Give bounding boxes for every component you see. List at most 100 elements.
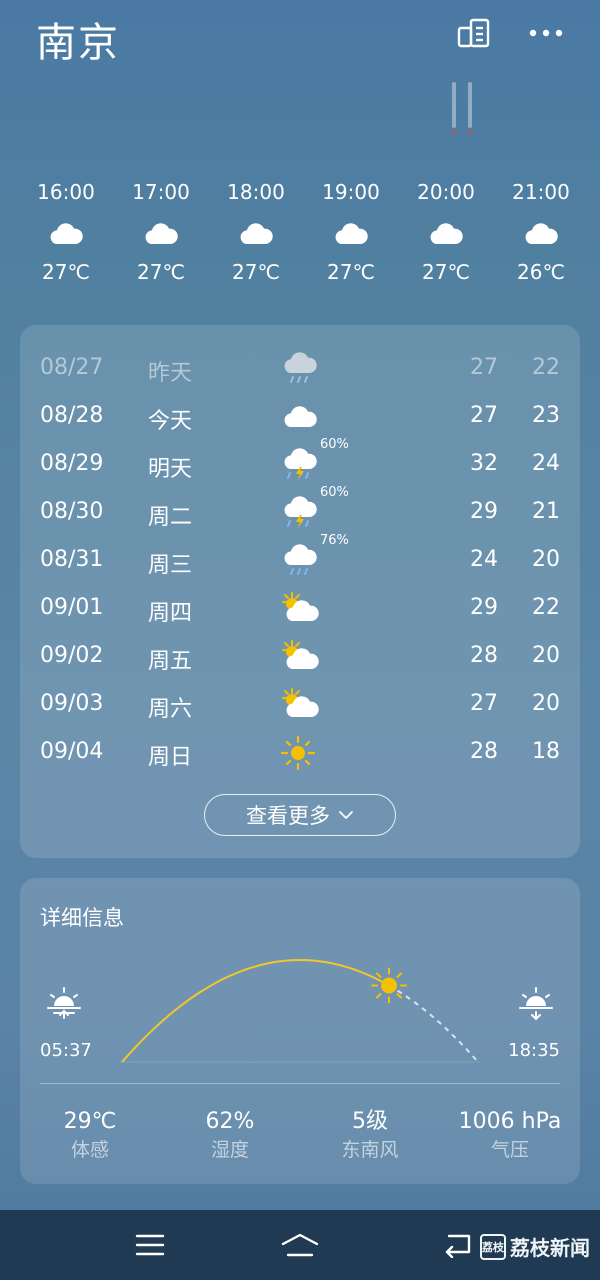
home-icon [281, 1233, 319, 1257]
hourly-item: 21:00 26℃ [496, 178, 586, 286]
stat-humidity: 62% 湿度 [160, 1108, 300, 1164]
hourly-item: 19:00 27℃ [306, 178, 396, 286]
cloud-icon [240, 223, 273, 244]
day-weekday: 周四 [148, 601, 193, 626]
day-low: 18 [532, 739, 560, 764]
view-more-button[interactable]: 查看更多 [204, 794, 396, 836]
rain-cloud-icon [284, 352, 317, 383]
day-low: 22 [532, 595, 560, 620]
stat-wind: 5级 东南风 [300, 1108, 440, 1164]
day-date: 08/27 [40, 355, 104, 380]
back-icon [445, 1234, 471, 1258]
day-date: 09/02 [40, 643, 104, 668]
sunset-time: 18:35 [508, 1040, 560, 1061]
more-options-button[interactable] [526, 18, 566, 48]
hour-temp: 27℃ [42, 260, 90, 284]
daily-row[interactable]: 09/03 周六 27 20 [20, 681, 580, 729]
day-high: 27 [470, 403, 498, 428]
hourly-item: 18:00 27℃ [211, 178, 301, 286]
cloud-icon [284, 406, 317, 427]
daily-row[interactable]: 09/01 周四 29 22 [20, 585, 580, 633]
chevron-down-icon [339, 811, 353, 819]
hour-time: 21:00 [512, 180, 570, 204]
hour-temp: 27℃ [232, 260, 280, 284]
sun-path-chart [47, 958, 553, 1063]
daily-row[interactable]: 09/04 周日 28 18 [20, 729, 580, 777]
cloud-icon [50, 223, 83, 244]
day-high: 32 [470, 451, 498, 476]
hourly-item: 20:00 27℃ [401, 178, 491, 286]
daily-row[interactable]: 08/31 周三 76% 24 20 [20, 533, 580, 585]
day-weekday: 昨天 [148, 361, 193, 386]
daily-row[interactable]: 08/30 周二 60% 29 21 [20, 485, 580, 537]
hourly-forecast: 16:00 27℃ 17:00 27℃ 18:00 27℃ 19:00 27℃ … [20, 178, 590, 288]
details-title: 详细信息 [40, 906, 124, 930]
stat-value: 29℃ [63, 1109, 117, 1134]
day-date: 09/01 [40, 595, 104, 620]
stat-pressure: 1006 hPa 气压 [440, 1108, 580, 1164]
partly-cloudy-icon [282, 640, 319, 669]
city-manage-button[interactable] [454, 18, 494, 48]
nav-home-button[interactable] [280, 1226, 320, 1264]
stat-label: 东南风 [341, 1139, 399, 1161]
day-date: 09/03 [40, 691, 104, 716]
hourly-item: 17:00 27℃ [116, 178, 206, 286]
nav-menu-button[interactable] [130, 1226, 170, 1264]
hour-temp: 27℃ [137, 260, 185, 284]
hour-temp: 27℃ [422, 260, 470, 284]
day-date: 08/29 [40, 451, 104, 476]
thunderstorm-icon [284, 496, 317, 528]
daily-row[interactable]: 08/29 明天 60% 32 24 [20, 437, 580, 489]
stat-value: 1006 hPa [458, 1109, 562, 1134]
thunderstorm-icon [284, 448, 317, 480]
daily-row[interactable]: 08/28 今天 27 23 [20, 393, 580, 441]
cloud-icon [430, 223, 463, 244]
day-date: 09/04 [40, 739, 104, 764]
divider [40, 1083, 560, 1084]
day-low: 20 [532, 547, 560, 572]
day-weekday: 周六 [148, 697, 193, 722]
stat-label: 气压 [490, 1139, 529, 1161]
day-high: 28 [470, 643, 498, 668]
hour-time: 19:00 [322, 180, 380, 204]
day-low: 20 [532, 691, 560, 716]
day-low: 20 [532, 643, 560, 668]
precip-chance: 60% [320, 485, 349, 500]
cloud-icon [145, 223, 178, 244]
sun-arc-elapsed [121, 958, 390, 1063]
sunset-icon [519, 987, 553, 1021]
day-low: 21 [532, 499, 560, 524]
details-card: 详细信息 05:37 18:35 29℃ 体感 62% 湿度 5级 东南风 10… [20, 878, 580, 1184]
hour-temp: 27℃ [327, 260, 375, 284]
day-high: 29 [470, 595, 498, 620]
daily-row[interactable]: 09/02 周五 28 20 [20, 633, 580, 681]
day-weekday: 周三 [148, 553, 193, 578]
hour-time: 17:00 [132, 180, 190, 204]
precip-chance: 76% [320, 533, 349, 548]
nav-back-button[interactable] [438, 1226, 478, 1264]
hour-time: 18:00 [227, 180, 285, 204]
daily-row[interactable]: 08/27 昨天 27 22 [20, 345, 580, 393]
partly-cloudy-icon [282, 688, 319, 717]
rain-cloud-icon [284, 544, 317, 575]
day-high: 24 [470, 547, 498, 572]
stat-value: 5级 [352, 1109, 388, 1134]
day-high: 27 [470, 355, 498, 380]
partly-cloudy-icon [282, 592, 319, 621]
daily-forecast-card: 08/27 昨天 27 22 08/28 今天 27 23 08/29 明天 6… [20, 325, 580, 858]
stat-label: 湿度 [210, 1139, 249, 1161]
day-high: 27 [470, 691, 498, 716]
hourly-item: 16:00 27℃ [21, 178, 111, 286]
sunrise-icon [47, 987, 81, 1019]
cloud-icon [335, 223, 368, 244]
watermark-logo: 荔枝 [480, 1233, 506, 1260]
watermark-text: 荔枝新闻 [510, 1236, 590, 1260]
day-date: 08/31 [40, 547, 104, 572]
city-list-icon [457, 18, 490, 48]
sun-position-icon [371, 967, 407, 1004]
day-high: 29 [470, 499, 498, 524]
stat-feels-like: 29℃ 体感 [20, 1108, 160, 1164]
day-low: 23 [532, 403, 560, 428]
hour-temp: 26℃ [517, 260, 565, 284]
cloud-icon [525, 223, 558, 244]
